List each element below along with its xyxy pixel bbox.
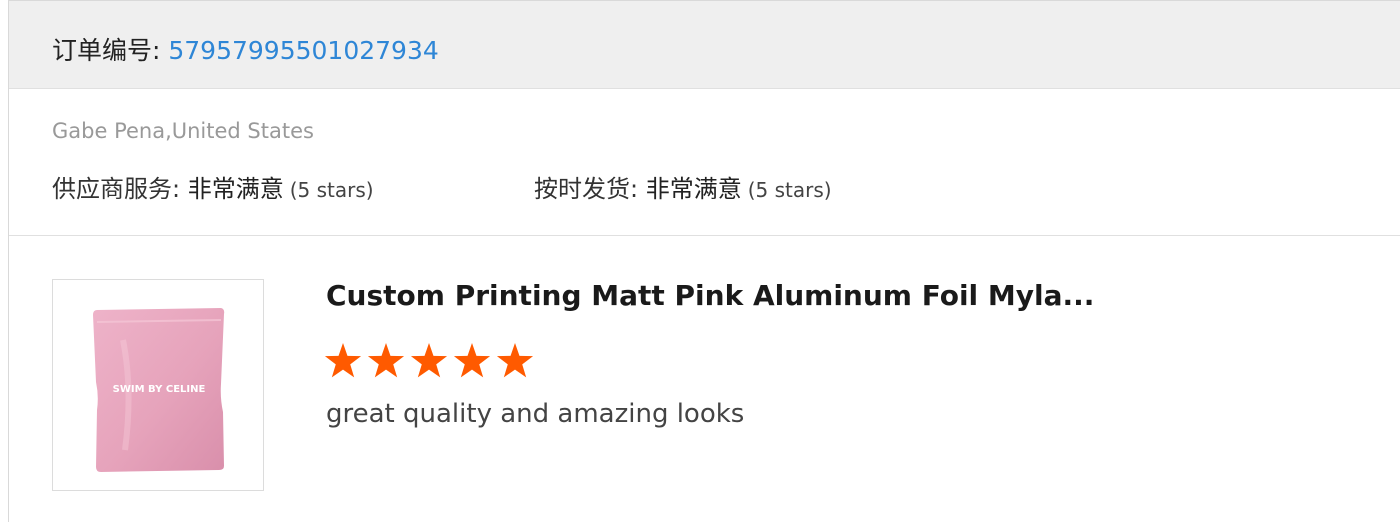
order-header: 订单编号: 57957995501027934 xyxy=(9,1,1400,89)
product-title-link[interactable]: Custom Printing Matt Pink Aluminum Foil … xyxy=(326,279,1094,312)
on-time-delivery-rating: 按时发货: 非常满意 (5 stars) xyxy=(534,169,832,204)
rating-label: 供应商服务: xyxy=(52,175,188,203)
star-icon xyxy=(367,343,405,378)
rating-label: 按时发货: xyxy=(534,175,646,203)
supplier-service-rating: 供应商服务: 非常满意 (5 stars) xyxy=(52,169,374,204)
rating-value: 非常满意 xyxy=(187,175,284,203)
rating-stars-text: (5 stars) xyxy=(289,178,374,202)
star-icon xyxy=(453,343,491,378)
order-number-row: 订单编号: 57957995501027934 xyxy=(52,31,439,67)
rating-value: 非常满意 xyxy=(645,175,742,203)
order-number-label: 订单编号: xyxy=(52,36,169,65)
product-star-rating xyxy=(324,343,534,378)
order-card: 订单编号: 57957995501027934 Gabe Pena,United… xyxy=(8,0,1400,522)
star-icon xyxy=(324,343,362,378)
buyer-name-country: Gabe Pena,United States xyxy=(52,119,314,143)
star-icon xyxy=(496,343,534,378)
review-text: great quality and amazing looks xyxy=(326,399,745,429)
product-thumbnail[interactable]: SWIM BY CELINE xyxy=(52,279,264,491)
bag-brand-text: SWIM BY CELINE xyxy=(113,384,206,395)
order-number-link[interactable]: 57957995501027934 xyxy=(168,36,438,65)
pink-mylar-bag-image: SWIM BY CELINE xyxy=(93,308,225,472)
section-divider xyxy=(9,235,1400,236)
rating-stars-text: (5 stars) xyxy=(747,178,832,202)
star-icon xyxy=(410,343,448,378)
